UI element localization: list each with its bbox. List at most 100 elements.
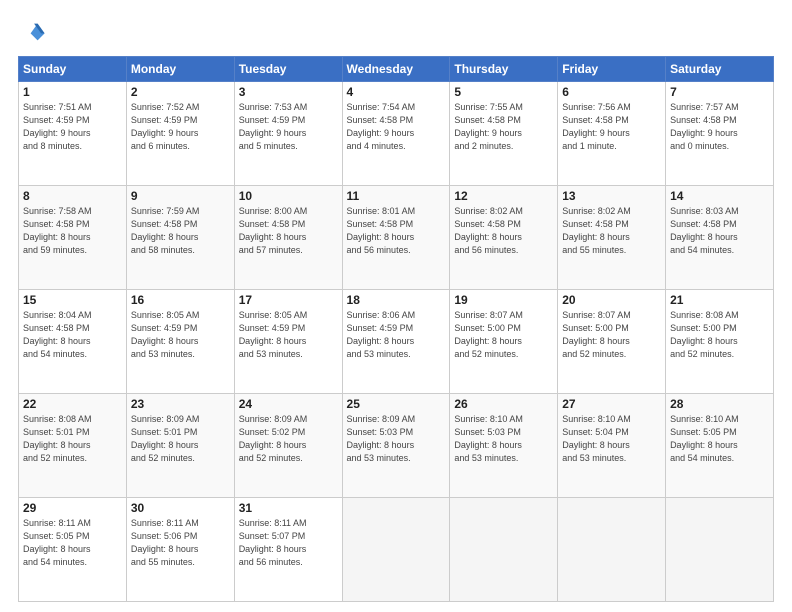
day-number: 24 — [239, 397, 338, 411]
day-info: Sunrise: 7:58 AM Sunset: 4:58 PM Dayligh… — [23, 205, 122, 257]
header — [18, 18, 774, 46]
day-info: Sunrise: 8:05 AM Sunset: 4:59 PM Dayligh… — [131, 309, 230, 361]
day-info: Sunrise: 8:10 AM Sunset: 5:03 PM Dayligh… — [454, 413, 553, 465]
day-number: 27 — [562, 397, 661, 411]
day-number: 30 — [131, 501, 230, 515]
calendar-day-cell: 19 Sunrise: 8:07 AM Sunset: 5:00 PM Dayli… — [450, 290, 558, 394]
weekday-header: Thursday — [450, 57, 558, 82]
day-number: 16 — [131, 293, 230, 307]
calendar-day-cell: 2 Sunrise: 7:52 AM Sunset: 4:59 PM Daylig… — [126, 82, 234, 186]
day-info: Sunrise: 8:04 AM Sunset: 4:58 PM Dayligh… — [23, 309, 122, 361]
day-info: Sunrise: 8:03 AM Sunset: 4:58 PM Dayligh… — [670, 205, 769, 257]
calendar-table: SundayMondayTuesdayWednesdayThursdayFrid… — [18, 56, 774, 602]
day-info: Sunrise: 8:11 AM Sunset: 5:05 PM Dayligh… — [23, 517, 122, 569]
day-number: 23 — [131, 397, 230, 411]
day-info: Sunrise: 8:02 AM Sunset: 4:58 PM Dayligh… — [562, 205, 661, 257]
calendar-day-cell: 26Sunrise: 8:10 AM Sunset: 5:03 PM Dayli… — [450, 394, 558, 498]
calendar-day-cell: 22 Sunrise: 8:08 AM Sunset: 5:01 PM Dayli… — [19, 394, 127, 498]
calendar-day-cell: 5 Sunrise: 7:55 AM Sunset: 4:58 PM Daylig… — [450, 82, 558, 186]
day-info: Sunrise: 7:55 AM Sunset: 4:58 PM Dayligh… — [454, 101, 553, 153]
calendar-day-cell: 21Sunrise: 8:08 AM Sunset: 5:00 PM Dayli… — [666, 290, 774, 394]
calendar-day-cell: 24 Sunrise: 8:09 AM Sunset: 5:02 PM Dayli… — [234, 394, 342, 498]
day-info: Sunrise: 7:53 AM Sunset: 4:59 PM Dayligh… — [239, 101, 338, 153]
day-info: Sunrise: 7:54 AM Sunset: 4:58 PM Dayligh… — [347, 101, 446, 153]
logo-icon — [18, 18, 46, 46]
calendar-day-cell — [558, 498, 666, 602]
day-info: Sunrise: 8:11 AM Sunset: 5:06 PM Dayligh… — [131, 517, 230, 569]
calendar-day-cell: 12 Sunrise: 8:02 AM Sunset: 4:58 PM Dayli… — [450, 186, 558, 290]
day-info: Sunrise: 8:09 AM Sunset: 5:03 PM Dayligh… — [347, 413, 446, 465]
weekday-header: Tuesday — [234, 57, 342, 82]
day-number: 20 — [562, 293, 661, 307]
day-number: 8 — [23, 189, 122, 203]
weekday-header: Wednesday — [342, 57, 450, 82]
day-number: 13 — [562, 189, 661, 203]
calendar-day-cell: 8 Sunrise: 7:58 AM Sunset: 4:58 PM Daylig… — [19, 186, 127, 290]
day-number: 17 — [239, 293, 338, 307]
day-number: 2 — [131, 85, 230, 99]
calendar-day-cell: 1 Sunrise: 7:51 AM Sunset: 4:59 PM Daylig… — [19, 82, 127, 186]
day-info: Sunrise: 8:01 AM Sunset: 4:58 PM Dayligh… — [347, 205, 446, 257]
day-info: Sunrise: 8:02 AM Sunset: 4:58 PM Dayligh… — [454, 205, 553, 257]
day-number: 22 — [23, 397, 122, 411]
calendar-day-cell: 31 Sunrise: 8:11 AM Sunset: 5:07 PM Dayli… — [234, 498, 342, 602]
day-info: Sunrise: 8:05 AM Sunset: 4:59 PM Dayligh… — [239, 309, 338, 361]
calendar-header-row: SundayMondayTuesdayWednesdayThursdayFrid… — [19, 57, 774, 82]
day-number: 29 — [23, 501, 122, 515]
day-number: 28 — [670, 397, 769, 411]
calendar-day-cell: 9 Sunrise: 7:59 AM Sunset: 4:58 PM Daylig… — [126, 186, 234, 290]
calendar-week-row: 1 Sunrise: 7:51 AM Sunset: 4:59 PM Daylig… — [19, 82, 774, 186]
calendar-day-cell: 17 Sunrise: 8:05 AM Sunset: 4:59 PM Dayli… — [234, 290, 342, 394]
day-number: 14 — [670, 189, 769, 203]
day-number: 5 — [454, 85, 553, 99]
calendar-day-cell: 11 Sunrise: 8:01 AM Sunset: 4:58 PM Dayli… — [342, 186, 450, 290]
calendar-day-cell: 28 Sunrise: 8:10 AM Sunset: 5:05 PM Dayli… — [666, 394, 774, 498]
weekday-header: Friday — [558, 57, 666, 82]
day-info: Sunrise: 8:08 AM Sunset: 5:01 PM Dayligh… — [23, 413, 122, 465]
calendar-day-cell: 10Sunrise: 8:00 AM Sunset: 4:58 PM Dayli… — [234, 186, 342, 290]
calendar-day-cell: 20Sunrise: 8:07 AM Sunset: 5:00 PM Dayli… — [558, 290, 666, 394]
calendar-day-cell: 13 Sunrise: 8:02 AM Sunset: 4:58 PM Dayli… — [558, 186, 666, 290]
day-info: Sunrise: 8:07 AM Sunset: 5:00 PM Dayligh… — [454, 309, 553, 361]
page: SundayMondayTuesdayWednesdayThursdayFrid… — [0, 0, 792, 612]
day-number: 31 — [239, 501, 338, 515]
day-number: 12 — [454, 189, 553, 203]
day-info: Sunrise: 8:10 AM Sunset: 5:05 PM Dayligh… — [670, 413, 769, 465]
day-info: Sunrise: 7:51 AM Sunset: 4:59 PM Dayligh… — [23, 101, 122, 153]
day-info: Sunrise: 8:08 AM Sunset: 5:00 PM Dayligh… — [670, 309, 769, 361]
day-number: 11 — [347, 189, 446, 203]
calendar-day-cell: 16 Sunrise: 8:05 AM Sunset: 4:59 PM Dayli… — [126, 290, 234, 394]
calendar-day-cell: 27Sunrise: 8:10 AM Sunset: 5:04 PM Dayli… — [558, 394, 666, 498]
day-number: 6 — [562, 85, 661, 99]
day-info: Sunrise: 8:00 AM Sunset: 4:58 PM Dayligh… — [239, 205, 338, 257]
day-number: 4 — [347, 85, 446, 99]
day-info: Sunrise: 7:57 AM Sunset: 4:58 PM Dayligh… — [670, 101, 769, 153]
day-number: 7 — [670, 85, 769, 99]
calendar-day-cell: 23Sunrise: 8:09 AM Sunset: 5:01 PM Dayli… — [126, 394, 234, 498]
calendar-day-cell — [666, 498, 774, 602]
day-number: 25 — [347, 397, 446, 411]
day-number: 15 — [23, 293, 122, 307]
calendar-day-cell: 7 Sunrise: 7:57 AM Sunset: 4:58 PM Daylig… — [666, 82, 774, 186]
day-number: 9 — [131, 189, 230, 203]
weekday-header: Saturday — [666, 57, 774, 82]
day-info: Sunrise: 8:09 AM Sunset: 5:02 PM Dayligh… — [239, 413, 338, 465]
day-number: 1 — [23, 85, 122, 99]
calendar-week-row: 22 Sunrise: 8:08 AM Sunset: 5:01 PM Dayli… — [19, 394, 774, 498]
day-info: Sunrise: 8:11 AM Sunset: 5:07 PM Dayligh… — [239, 517, 338, 569]
calendar-week-row: 29 Sunrise: 8:11 AM Sunset: 5:05 PM Dayli… — [19, 498, 774, 602]
logo — [18, 18, 50, 46]
calendar-day-cell: 29 Sunrise: 8:11 AM Sunset: 5:05 PM Dayli… — [19, 498, 127, 602]
calendar-week-row: 15 Sunrise: 8:04 AM Sunset: 4:58 PM Dayli… — [19, 290, 774, 394]
calendar-day-cell: 4 Sunrise: 7:54 AM Sunset: 4:58 PM Daylig… — [342, 82, 450, 186]
calendar-day-cell: 30 Sunrise: 8:11 AM Sunset: 5:06 PM Dayli… — [126, 498, 234, 602]
calendar-day-cell: 3Sunrise: 7:53 AM Sunset: 4:59 PM Daylig… — [234, 82, 342, 186]
calendar-day-cell — [342, 498, 450, 602]
day-info: Sunrise: 7:56 AM Sunset: 4:58 PM Dayligh… — [562, 101, 661, 153]
day-info: Sunrise: 7:52 AM Sunset: 4:59 PM Dayligh… — [131, 101, 230, 153]
calendar-day-cell: 18Sunrise: 8:06 AM Sunset: 4:59 PM Dayli… — [342, 290, 450, 394]
day-info: Sunrise: 7:59 AM Sunset: 4:58 PM Dayligh… — [131, 205, 230, 257]
day-number: 19 — [454, 293, 553, 307]
calendar-week-row: 8 Sunrise: 7:58 AM Sunset: 4:58 PM Daylig… — [19, 186, 774, 290]
calendar-day-cell: 14 Sunrise: 8:03 AM Sunset: 4:58 PM Dayli… — [666, 186, 774, 290]
